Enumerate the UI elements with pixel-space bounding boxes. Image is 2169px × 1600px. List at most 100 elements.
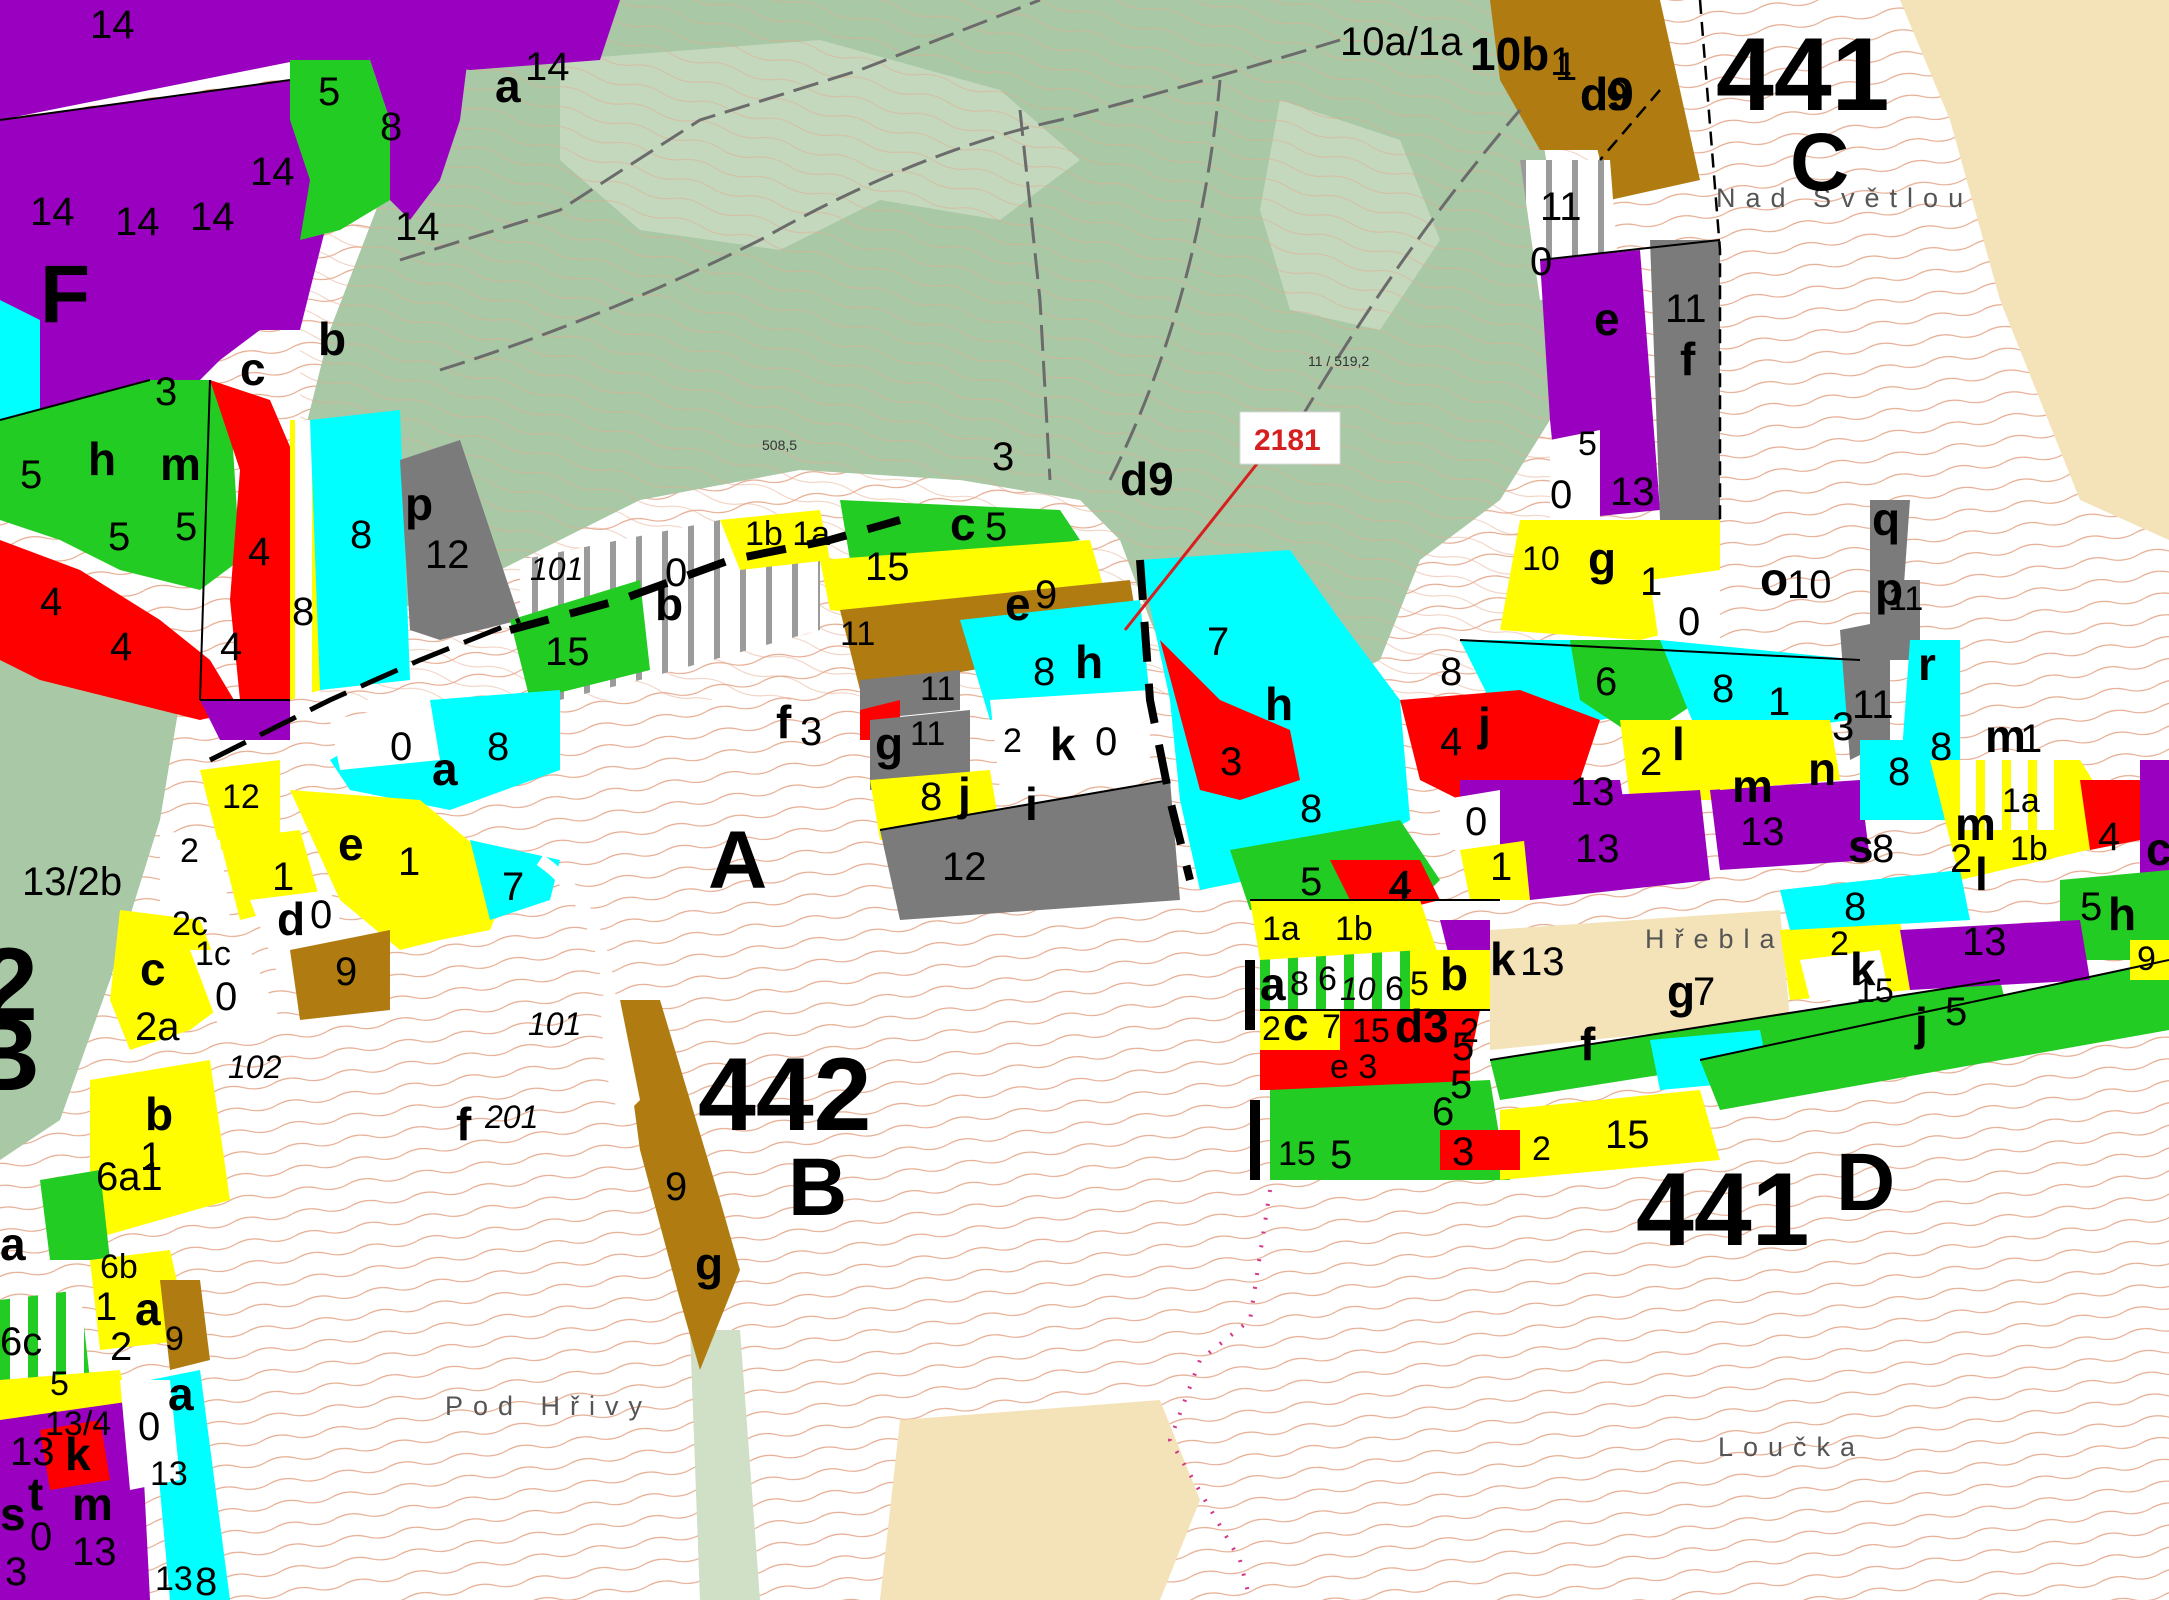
stand-label: g	[1588, 533, 1616, 585]
stand-label: c	[2146, 823, 2169, 875]
stand-label: 14	[190, 195, 235, 239]
stand-label: 4	[248, 530, 270, 574]
stand-label: 5	[175, 505, 197, 549]
stand-label: s	[0, 1488, 26, 1540]
stand-label: d	[1580, 68, 1608, 120]
block-441-d-letter: D	[1836, 1137, 1895, 1228]
stand-label: 14	[250, 150, 295, 194]
stand-label: a	[0, 1218, 26, 1270]
stand-label: 15	[1278, 1135, 1316, 1173]
stand-label: l	[1975, 848, 1988, 900]
stand-label: m	[72, 1478, 113, 1530]
stand-label: 2	[180, 832, 199, 870]
stand-label: 5	[1300, 860, 1322, 904]
stand-label: r	[1918, 638, 1936, 690]
stand-label: 13	[155, 1560, 193, 1598]
stand-label: 1	[1555, 45, 1577, 89]
stand-label: 10a/1a	[1340, 20, 1463, 64]
stand-label: 8	[350, 513, 372, 557]
block-f-letter: F	[40, 249, 90, 340]
stand-label: h	[88, 433, 116, 485]
stand-label: 8	[487, 725, 509, 769]
stand-label: h	[1075, 636, 1103, 688]
stand-label: 1b	[1335, 910, 1373, 948]
stand-label: 4	[40, 580, 62, 624]
stand-label: d	[277, 893, 305, 945]
stand-label: f	[456, 1098, 472, 1150]
stand-label: 2	[1532, 1130, 1551, 1168]
stand-label: 6a1	[96, 1155, 163, 1199]
stand-label: j	[957, 768, 971, 820]
stand-label: 1	[2020, 717, 2042, 761]
stand-label: 12	[942, 845, 987, 889]
stand-label: 12	[425, 533, 470, 577]
stand-label: 5	[50, 1365, 69, 1403]
stand-label: l	[1672, 718, 1685, 770]
stand-label: 14	[395, 205, 440, 249]
stand-label: 0	[1095, 720, 1117, 764]
stand-label: 10	[1340, 971, 1376, 1007]
stand-label: 11	[840, 615, 875, 653]
stand-label: f	[776, 696, 792, 748]
stand-label: 1	[1490, 845, 1512, 889]
stand-label: 8	[1440, 650, 1462, 694]
stand-label: 101	[528, 1006, 581, 1042]
stand-label: g	[695, 1238, 723, 1290]
stand-label: 5	[108, 515, 130, 559]
stand-label: 10	[1787, 563, 1832, 607]
stand-label: k	[1050, 718, 1076, 770]
stand-label: g	[1667, 966, 1695, 1018]
stand-label: 4	[220, 625, 242, 669]
stand-label: a	[432, 743, 458, 795]
stand-label: 12	[222, 778, 260, 816]
stand-label: 1	[95, 1285, 117, 1329]
block-a-letter: A	[708, 815, 767, 906]
stand-label: t	[28, 1468, 43, 1520]
stand-label: 2	[1830, 925, 1849, 963]
stand-label: 9	[2137, 940, 2156, 978]
stand-label: 9	[335, 950, 357, 994]
stand-label: 7	[1322, 1008, 1341, 1046]
stand-label: e 3	[1330, 1048, 1377, 1086]
stand-label: 5	[1945, 990, 1967, 1034]
stand-label: 1a	[2002, 782, 2040, 820]
stand-label: 6	[1318, 960, 1337, 998]
field-tan-bottom	[880, 1400, 1200, 1600]
stand-label: o	[1760, 553, 1788, 605]
stand-label: 0	[1530, 240, 1552, 284]
stand-label: f	[1580, 1018, 1596, 1070]
stand-label: 5	[1578, 425, 1597, 463]
stand-label: 6b	[100, 1248, 138, 1286]
stand-label: 0	[1678, 600, 1700, 644]
stand-label: 101	[530, 551, 583, 587]
stand-label: h	[2108, 888, 2136, 940]
stand-label: 1	[1640, 560, 1662, 604]
stand-label: h	[1265, 678, 1293, 730]
stand-label: 0	[390, 725, 412, 769]
stand-label: 13	[1520, 940, 1565, 984]
stand-label: 14	[115, 200, 160, 244]
block-441-c-letter: C	[1790, 117, 1849, 208]
stand-label: 2	[1262, 1010, 1281, 1048]
stand-label: i	[1025, 778, 1038, 830]
stand-label: 13	[1740, 810, 1785, 854]
stand-label: b	[655, 578, 683, 630]
stand-label: 8	[1300, 787, 1322, 831]
stand-label: 0	[1465, 800, 1487, 844]
stand-label: q	[1872, 493, 1900, 545]
place-hrebla: Hřebla	[1645, 924, 1785, 954]
stand-label: 13	[150, 1455, 188, 1493]
stand-label: 14	[525, 45, 570, 89]
stand-label: 11	[910, 715, 945, 753]
callout-label-2181: 2181	[1254, 424, 1321, 457]
stand-label: 5	[318, 70, 340, 114]
stand-label: 1	[398, 840, 420, 884]
stand-label: n	[1808, 743, 1836, 795]
stand-label: 13	[1575, 827, 1620, 871]
place-loucka: Loučka	[1718, 1432, 1865, 1462]
stand-label: 13	[72, 1530, 117, 1574]
stand-label: 2a	[135, 1005, 180, 1049]
stand-label: b	[145, 1088, 173, 1140]
stand-label: b	[1440, 948, 1468, 1000]
block-442-b-number: 442	[698, 1037, 872, 1153]
